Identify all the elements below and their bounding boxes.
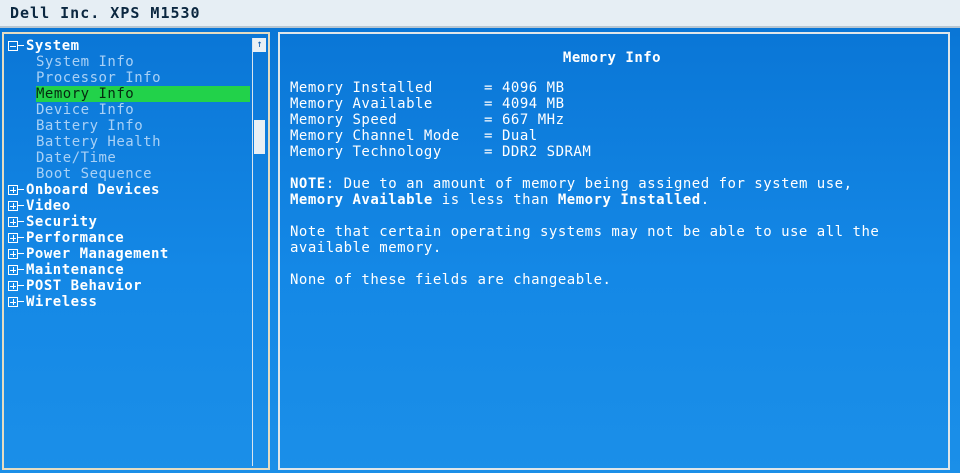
expand-icon[interactable] (8, 297, 18, 307)
info-key: Memory Installed (290, 80, 433, 96)
tree-item-boot-sequence[interactable]: Boot Sequence (8, 166, 250, 182)
info-key: Memory Speed (290, 112, 398, 128)
details-panel: Memory Info Memory Installed = 4096 MB Mem… (278, 32, 950, 470)
page-title: Memory Info (562, 50, 662, 66)
info-value: 4096 MB (502, 80, 565, 96)
info-value: 4094 MB (502, 96, 565, 112)
info-key: Memory Technology (290, 144, 442, 160)
info-value: DDR2 SDRAM (502, 144, 592, 160)
note-bold-installed: Memory Installed (557, 192, 701, 208)
settings-tree: System System Info Processor Info Memory… (8, 38, 250, 310)
equals-sign: = (484, 96, 493, 112)
expand-icon[interactable] (8, 201, 18, 211)
tree-item-device-info[interactable]: Device Info (8, 102, 250, 118)
expand-icon[interactable] (8, 265, 18, 275)
info-key: Memory Available (290, 96, 433, 112)
expand-icon[interactable] (8, 185, 18, 195)
details-content: Memory Info Memory Installed = 4096 MB Mem… (290, 44, 934, 288)
note-prefix: NOTE (290, 176, 326, 192)
expand-icon[interactable] (8, 249, 18, 259)
info-row: Memory Technology = DDR2 SDRAM (290, 144, 934, 160)
tree-group-security[interactable]: Security (8, 214, 250, 230)
title-bar: Dell Inc. XPS M1530 (0, 0, 960, 28)
expand-icon[interactable] (8, 217, 18, 227)
info-value: Dual (502, 128, 538, 144)
navigation-panel: System System Info Processor Info Memory… (2, 32, 270, 470)
info-key: Memory Channel Mode (290, 128, 460, 144)
tree-group-performance[interactable]: Performance (8, 230, 250, 246)
note-text: is less than (432, 192, 558, 208)
expand-icon[interactable] (8, 281, 18, 291)
equals-sign: = (484, 80, 493, 96)
tree-group-maintenance[interactable]: Maintenance (8, 262, 250, 278)
bios-screen: System System Info Processor Info Memory… (0, 28, 960, 473)
tree-group-video[interactable]: Video (8, 198, 250, 214)
note-bold-available: Memory Available (290, 192, 433, 208)
scrollbar-thumb[interactable] (254, 120, 265, 154)
info-row: Memory Available = 4094 MB (290, 96, 934, 112)
note-text: : Due to an amount of memory being assig… (325, 176, 853, 192)
tree-group-label: System (26, 38, 80, 54)
collapse-icon[interactable] (8, 41, 18, 51)
tree-group-onboard-devices[interactable]: Onboard Devices (8, 182, 250, 198)
info-row: Memory Installed = 4096 MB (290, 80, 934, 96)
tree-group-power-management[interactable]: Power Management (8, 246, 250, 262)
tree-item-battery-info[interactable]: Battery Info (8, 118, 250, 134)
note-text: . (700, 192, 710, 208)
tree-item-date-time[interactable]: Date/Time (8, 150, 250, 166)
tree-group-system[interactable]: System (8, 38, 250, 54)
info-value: 667 MHz (502, 112, 565, 128)
scroll-up-arrow-icon[interactable]: ↑ (253, 38, 266, 52)
changeable-note-paragraph: None of these fields are changeable. (290, 272, 612, 288)
info-row: Memory Channel Mode = Dual (290, 128, 934, 144)
window-title: Dell Inc. XPS M1530 (10, 4, 201, 22)
tree-item-memory-info[interactable]: Memory Info (8, 86, 250, 102)
info-row: Memory Speed = 667 MHz (290, 112, 934, 128)
os-note-paragraph: Note that certain operating systems may … (290, 224, 880, 256)
tree-group-post-behavior[interactable]: POST Behavior (8, 278, 250, 294)
tree-item-processor-info[interactable]: Processor Info (8, 70, 250, 86)
tree-scrollbar[interactable]: ↑ (252, 38, 266, 466)
note-paragraph: NOTE: Due to an amount of memory being a… (290, 176, 934, 208)
tree-group-wireless[interactable]: Wireless (8, 294, 250, 310)
tree-item-battery-health[interactable]: Battery Health (8, 134, 250, 150)
equals-sign: = (484, 128, 493, 144)
equals-sign: = (484, 112, 493, 128)
equals-sign: = (484, 144, 493, 160)
expand-icon[interactable] (8, 233, 18, 243)
tree-item-system-info[interactable]: System Info (8, 54, 250, 70)
